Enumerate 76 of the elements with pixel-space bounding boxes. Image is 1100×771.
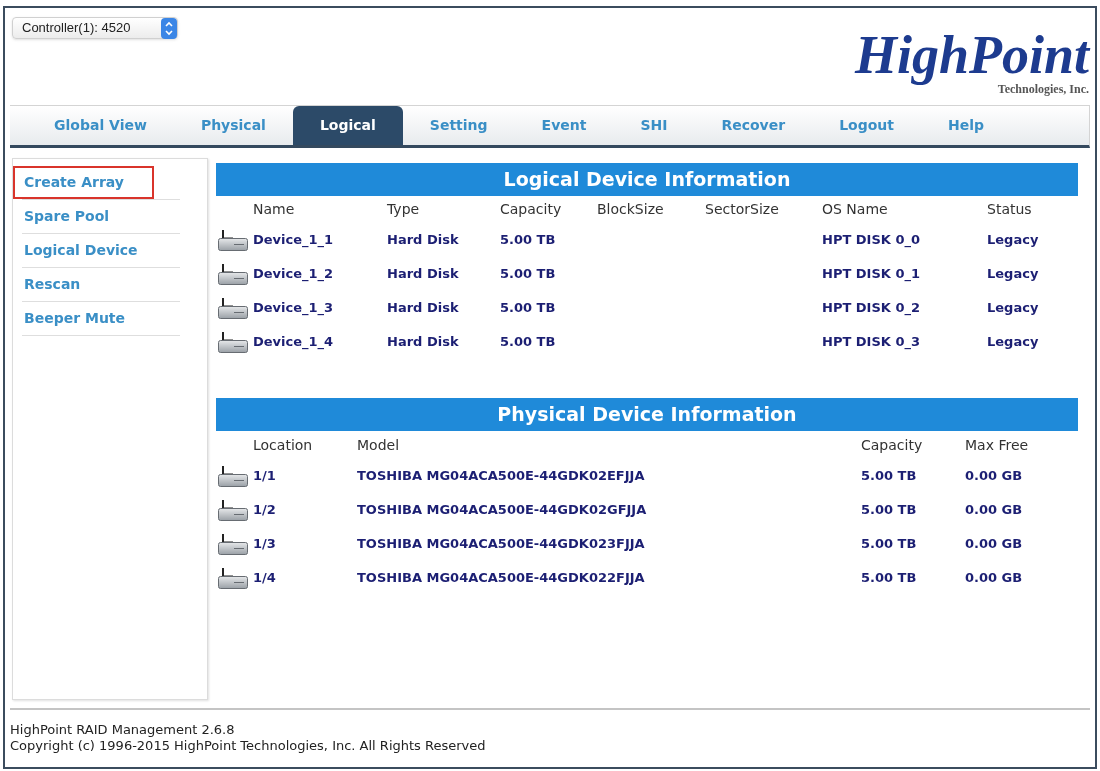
table-cell-text: TOSHIBA MG04ACA500E-44GDK022FJJA — [357, 569, 645, 588]
sidebar-item[interactable]: Rescan — [13, 268, 154, 301]
table-cell-text: 5.00 TB — [500, 265, 556, 284]
table-cell-text: Hard Disk — [387, 299, 459, 318]
nav-tab[interactable]: Physical — [173, 106, 293, 145]
table-cell-text: HPT DISK 0_0 — [822, 231, 920, 250]
sidebar-item[interactable]: Spare Pool — [13, 200, 154, 233]
table-cell-text: Device_1_3 — [253, 299, 334, 318]
sidebar-item[interactable]: Beeper Mute — [13, 302, 154, 335]
hard-disk-icon — [218, 263, 248, 285]
sidebar-item[interactable]: Logical Device — [13, 234, 154, 267]
hard-disk-icon — [218, 297, 248, 319]
sidebar-item[interactable]: Create Array — [13, 166, 154, 199]
column-header: SectorSize — [705, 200, 779, 219]
brand-tagline: Technologies, Inc. — [997, 82, 1089, 96]
table-cell-text: TOSHIBA MG04ACA500E-44GDK02EFJJA — [357, 467, 645, 486]
column-header: Max Free — [965, 435, 1029, 455]
nav-tab[interactable]: SHI — [613, 106, 695, 145]
table-cell-text: Legacy — [987, 299, 1039, 318]
column-header: Name — [253, 200, 295, 219]
table-cell-text: Hard Disk — [387, 333, 459, 352]
section-title: Physical Device Information — [497, 402, 797, 428]
nav-tab[interactable]: Global View — [27, 106, 174, 145]
table-cell-text: 5.00 TB — [861, 569, 917, 588]
up-down-arrows-icon — [161, 17, 177, 39]
hard-disk-icon — [218, 499, 248, 521]
column-header: Model — [357, 435, 400, 455]
table-cell-text: HPT DISK 0_3 — [822, 333, 920, 352]
nav-tab[interactable]: Event — [514, 106, 614, 145]
column-header: Location — [253, 435, 313, 455]
footer-text: HighPoint RAID Management 2.6.8 — [10, 722, 236, 738]
table-cell-text: 1/4 — [253, 569, 276, 588]
hard-disk-icon — [218, 331, 248, 353]
nav-tab[interactable]: Recover — [694, 106, 813, 145]
table-cell-text: 5.00 TB — [861, 535, 917, 554]
table-cell-text: Device_1_2 — [253, 265, 334, 284]
hard-disk-icon — [218, 229, 248, 251]
table-cell-text: 5.00 TB — [500, 299, 556, 318]
table-cell-text: HPT DISK 0_2 — [822, 299, 920, 318]
table-cell-text: 0.00 GB — [965, 501, 1023, 520]
table-cell-text: 0.00 GB — [965, 535, 1023, 554]
nav-tab[interactable]: Setting — [402, 106, 515, 145]
table-cell-text: Hard Disk — [387, 265, 459, 284]
nav-tab[interactable]: Logical — [292, 106, 403, 145]
footer-text: Copyright (c) 1996-2015 HighPoint Technologies, Inc. All Rights Reserved — [10, 738, 487, 754]
controller-select[interactable]: Controller(1): 4520 — [12, 17, 178, 39]
table-cell-text: TOSHIBA MG04ACA500E-44GDK023FJJA — [357, 535, 645, 554]
table-cell-text: 5.00 TB — [500, 333, 556, 352]
table-cell-text: Hard Disk — [387, 231, 459, 250]
column-header: Type — [387, 200, 420, 219]
column-header: BlockSize — [597, 200, 664, 219]
column-header: Status — [987, 200, 1032, 219]
table-cell-text: Device_1_4 — [253, 333, 334, 352]
table-cell-text: TOSHIBA MG04ACA500E-44GDK02GFJJA — [357, 501, 647, 520]
hard-disk-icon — [218, 533, 248, 555]
column-header: OS Name — [822, 200, 888, 219]
table-cell-text: HPT DISK 0_1 — [822, 265, 920, 284]
table-cell-text: Device_1_1 — [253, 231, 334, 250]
table-cell-text: Legacy — [987, 333, 1039, 352]
hard-disk-icon — [218, 465, 248, 487]
table-cell-text: 0.00 GB — [965, 467, 1023, 486]
nav-tab[interactable]: Help — [921, 106, 1012, 145]
table-cell-text: 5.00 TB — [861, 501, 917, 520]
section-title: Logical Device Information — [503, 167, 791, 193]
table-cell-text: 5.00 TB — [500, 231, 556, 250]
column-header: Capacity — [500, 200, 562, 219]
table-cell-text: 5.00 TB — [861, 467, 917, 486]
table-cell-text: 1/2 — [253, 501, 276, 520]
table-cell-text: 1/3 — [253, 535, 276, 554]
hard-disk-icon — [218, 567, 248, 589]
table-cell-text: 1/1 — [253, 467, 276, 486]
table-cell-text: Legacy — [987, 265, 1039, 284]
table-cell-text: Legacy — [987, 231, 1039, 250]
nav-tab[interactable]: Logout — [812, 106, 921, 145]
column-header: Capacity — [861, 435, 923, 455]
table-cell-text: 0.00 GB — [965, 569, 1023, 588]
